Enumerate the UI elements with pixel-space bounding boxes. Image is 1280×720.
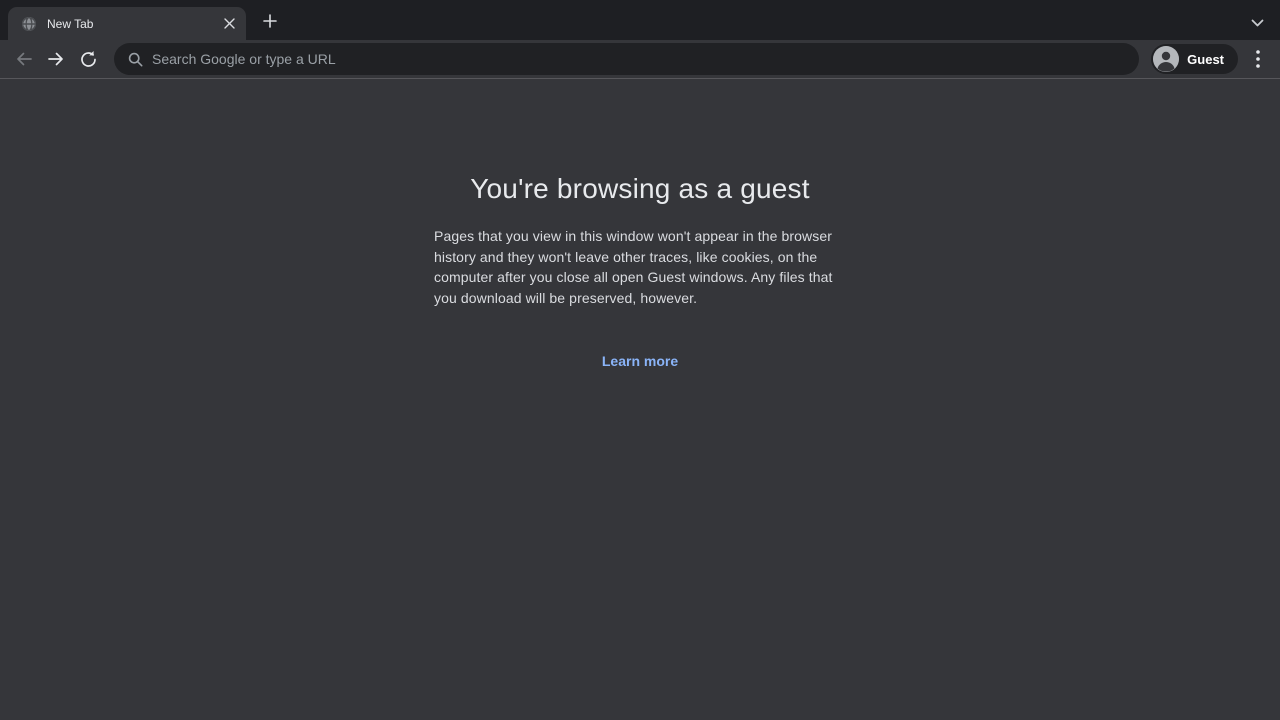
address-bar[interactable] bbox=[114, 43, 1139, 75]
profile-chip-guest[interactable]: Guest bbox=[1151, 44, 1238, 74]
address-input[interactable] bbox=[152, 51, 1125, 67]
plus-icon bbox=[263, 14, 277, 28]
page-title: You're browsing as a guest bbox=[434, 172, 846, 206]
new-tab-button[interactable] bbox=[256, 7, 284, 35]
tab-strip: New Tab bbox=[0, 0, 1280, 40]
guest-message-card: You're browsing as a guest Pages that yo… bbox=[434, 79, 846, 719]
forward-arrow-icon bbox=[46, 49, 66, 69]
back-button[interactable] bbox=[10, 45, 38, 73]
guest-new-tab-page: You're browsing as a guest Pages that yo… bbox=[0, 79, 1280, 719]
globe-icon bbox=[21, 16, 37, 32]
back-arrow-icon bbox=[14, 49, 34, 69]
three-dot-menu-icon bbox=[1256, 50, 1260, 68]
tab-search-chevron-button[interactable] bbox=[1248, 14, 1266, 32]
reload-button[interactable] bbox=[74, 45, 102, 73]
search-icon bbox=[128, 52, 143, 67]
guest-description-text: Pages that you view in this window won't… bbox=[434, 226, 846, 308]
browser-toolbar: Guest bbox=[0, 40, 1280, 79]
close-icon[interactable] bbox=[220, 15, 238, 33]
profile-label: Guest bbox=[1187, 52, 1224, 67]
tab-title: New Tab bbox=[47, 17, 220, 31]
learn-more-link[interactable]: Learn more bbox=[602, 353, 678, 369]
browser-menu-button[interactable] bbox=[1244, 45, 1272, 73]
forward-button[interactable] bbox=[42, 45, 70, 73]
guest-avatar-icon bbox=[1153, 46, 1179, 72]
chevron-down-icon bbox=[1251, 19, 1264, 27]
tab-new-tab[interactable]: New Tab bbox=[8, 7, 246, 40]
reload-icon bbox=[79, 50, 98, 69]
